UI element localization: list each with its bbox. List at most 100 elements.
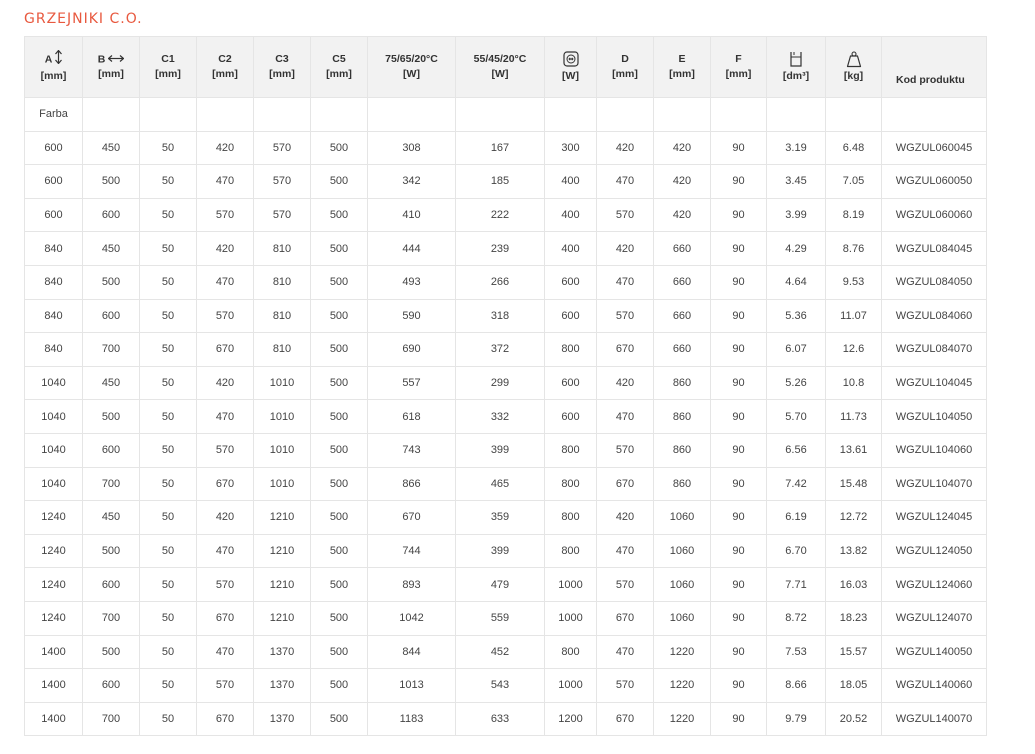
cell-e: 860: [653, 466, 711, 502]
cell-c3: 1370: [253, 634, 311, 670]
cell-weight: 11.73: [825, 399, 882, 434]
cell-c1: 50: [139, 298, 197, 334]
cell-a: 840: [24, 264, 83, 300]
cell-heater: 600: [544, 298, 597, 334]
cell-power-55: 465: [455, 466, 545, 502]
cell-capacity: 7.71: [766, 567, 826, 602]
cell-capacity: 3.19: [766, 130, 826, 166]
vertical-arrow-icon: [55, 49, 63, 69]
cell-power-75: 342: [367, 164, 456, 199]
cell-b: 450: [82, 130, 140, 166]
table-row: 840 700 50 670 810 500 690 372 800 670 660 90 6.07 12…: [24, 332, 987, 367]
cell-product-code: WGZUL124045: [881, 500, 987, 535]
cell-c1: 50: [139, 130, 197, 166]
cell-heater: 1000: [544, 567, 597, 602]
column-header-heater: [W]: [544, 36, 597, 98]
cell-d: 570: [596, 567, 654, 602]
table-row: 1240 500 50 470 1210 500 744 399 800 470 1060 90 6.7…: [24, 533, 987, 569]
cell-b: 500: [82, 634, 140, 670]
cell-power-75: 844: [367, 634, 456, 670]
cell-c5: 500: [310, 466, 368, 502]
cell-c3: 810: [253, 264, 311, 300]
cell-e: 860: [653, 432, 711, 468]
cell-d: 420: [596, 130, 654, 166]
cell-c1: 50: [139, 466, 197, 502]
cell-c1: 50: [139, 197, 197, 233]
cell-d: 570: [596, 298, 654, 334]
cell-weight: 10.8: [825, 365, 882, 401]
column-header-c5: C5 [mm]: [310, 36, 368, 98]
cell-a: 1040: [24, 365, 83, 401]
cell-power-75: 410: [367, 197, 456, 233]
cell-d: 670: [596, 600, 654, 636]
cell-c2: 570: [196, 432, 254, 468]
cell-capacity: 7.53: [766, 634, 826, 670]
cell-c3: 570: [253, 197, 311, 233]
cell-c2: 570: [196, 298, 254, 334]
cell-b: 700: [82, 466, 140, 502]
cell-c1: 50: [139, 701, 197, 737]
cell-capacity: 4.64: [766, 264, 826, 300]
column-header-c1: C1 [mm]: [139, 36, 197, 98]
cell-power-55: 167: [455, 130, 545, 166]
cell-product-code: WGZUL084060: [881, 298, 987, 334]
cell-weight: 11.07: [825, 298, 882, 334]
cell-c2: 470: [196, 399, 254, 434]
cell-c1: 50: [139, 231, 197, 266]
cell-product-code: WGZUL104045: [881, 365, 987, 401]
cell-d: 470: [596, 634, 654, 670]
cell-d: 670: [596, 466, 654, 502]
cell-f: 90: [710, 399, 767, 434]
cell-capacity: 8.66: [766, 668, 826, 703]
cell-d: 570: [596, 668, 654, 703]
cell-c5: 500: [310, 164, 368, 199]
cell-capacity: 4.29: [766, 231, 826, 266]
cell-b: 500: [82, 264, 140, 300]
cell-power-55: 266: [455, 264, 545, 300]
cell-weight: 12.72: [825, 500, 882, 535]
cell-b: 450: [82, 231, 140, 266]
cell-power-75: 670: [367, 500, 456, 535]
cell-c2: 670: [196, 466, 254, 502]
cell-heater: 800: [544, 432, 597, 468]
cell-heater: 800: [544, 533, 597, 569]
cell-a: 840: [24, 231, 83, 266]
cell-c3: 1210: [253, 567, 311, 602]
cell-f: 90: [710, 231, 767, 266]
cell-product-code: WGZUL104060: [881, 432, 987, 468]
cell-heater: 600: [544, 365, 597, 401]
cell-power-55: 399: [455, 533, 545, 569]
cell-heater: 1000: [544, 668, 597, 703]
cell-f: 90: [710, 197, 767, 233]
table-row: 1400 700 50 670 1370 500 1183 633 1200 670 1220 90 9…: [24, 701, 987, 737]
cell-f: 90: [710, 432, 767, 468]
cell-f: 90: [710, 466, 767, 502]
column-header-product-code: Kod produktu: [881, 36, 987, 98]
cell-power-55: 452: [455, 634, 545, 670]
farba-row: Farba: [24, 97, 987, 132]
cell-heater: 300: [544, 130, 597, 166]
cell-product-code: WGZUL060060: [881, 197, 987, 233]
cell-e: 660: [653, 332, 711, 367]
cell-f: 90: [710, 567, 767, 602]
cell-product-code: WGZUL140060: [881, 668, 987, 703]
cell-a: 840: [24, 298, 83, 334]
cell-b: 500: [82, 399, 140, 434]
heating-element-icon: [545, 50, 596, 69]
cell-c2: 420: [196, 365, 254, 401]
cell-c2: 670: [196, 600, 254, 636]
cell-f: 90: [710, 701, 767, 737]
cell-heater: 800: [544, 466, 597, 502]
cell-b: 500: [82, 164, 140, 199]
cell-c5: 500: [310, 533, 368, 569]
cell-c5: 500: [310, 231, 368, 266]
cell-c5: 500: [310, 567, 368, 602]
cell-weight: 15.57: [825, 634, 882, 670]
cell-product-code: WGZUL104050: [881, 399, 987, 434]
cell-capacity: 3.45: [766, 164, 826, 199]
column-header-d: D [mm]: [596, 36, 654, 98]
column-header-power-55: 55/45/20°C [W]: [455, 36, 545, 98]
cell-product-code: WGZUL124060: [881, 567, 987, 602]
water-capacity-icon: [767, 51, 825, 69]
cell-capacity: 5.26: [766, 365, 826, 401]
